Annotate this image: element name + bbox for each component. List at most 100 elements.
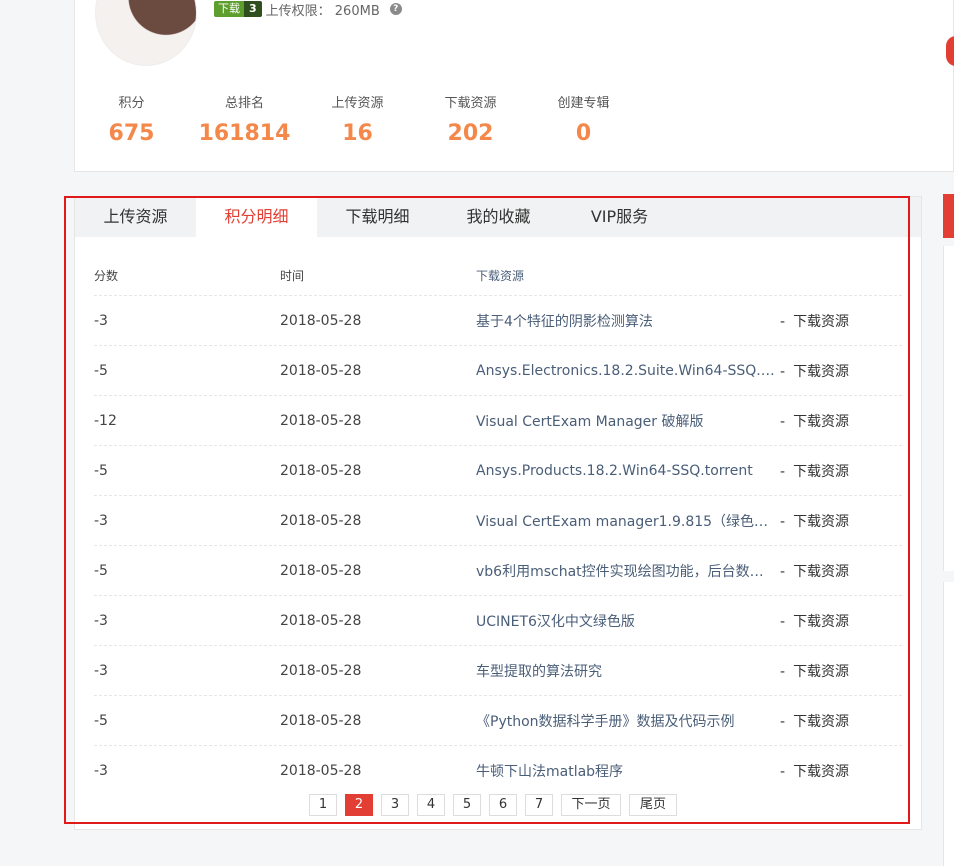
page-button[interactable]: 5 <box>453 794 481 816</box>
tab-upload-resources[interactable]: 上传资源 <box>75 197 196 237</box>
date-cell: 2018-05-28 <box>280 662 362 679</box>
resource-link[interactable]: Visual CertExam manager1.9.815（绿色版） <box>476 511 780 531</box>
right-column-header-bar <box>943 194 954 238</box>
resource-link[interactable]: 《Python数据科学手册》数据及代码示例 <box>476 711 780 731</box>
score-cell: -3 <box>94 512 108 529</box>
table-row: -5 2018-05-28 Ansys.Electronics.18.2.Suite… <box>94 346 902 396</box>
page-button[interactable]: 1 <box>309 794 337 816</box>
download-resource-link[interactable]: 下载资源 <box>793 514 849 530</box>
question-circle-icon[interactable]: ? <box>389 3 402 15</box>
resource-link[interactable]: 基于4个特征的阴影检测算法 <box>476 311 780 331</box>
resource-link[interactable]: 牛顿下山法matlab程序 <box>476 761 780 781</box>
stat-albums[interactable]: 创建专辑 0 <box>527 92 640 146</box>
column-header-resource: 下载资源 <box>476 268 525 283</box>
page-button[interactable]: 7 <box>525 794 553 816</box>
score-cell: -3 <box>94 312 108 329</box>
score-cell: -12 <box>94 412 117 429</box>
action-cell: - 下载资源 <box>780 511 898 531</box>
download-resource-link[interactable]: 下载资源 <box>793 464 849 480</box>
stat-value: 202 <box>447 121 494 146</box>
download-resource-link[interactable]: 下载资源 <box>793 564 849 580</box>
stat-value: 675 <box>108 121 155 146</box>
separator-dash: - <box>780 313 786 330</box>
tab-points-detail[interactable]: 积分明细 <box>196 197 317 237</box>
badge-level: 3 <box>244 1 262 17</box>
separator-dash: - <box>780 513 786 530</box>
stat-value: 0 <box>575 121 592 146</box>
resource-link[interactable]: vb6利用mschat控件实现绘图功能，后台数据... <box>476 561 780 581</box>
action-cell: - 下载资源 <box>780 561 898 581</box>
page-button[interactable]: 6 <box>489 794 517 816</box>
level-row: 下载 3 上传权限： 260MB ? <box>214 0 402 19</box>
pagination: 1 2 3 4 5 6 7 下一页 尾页 <box>309 794 677 816</box>
score-cell: -3 <box>94 662 108 679</box>
tab-my-favorites[interactable]: 我的收藏 <box>438 197 559 237</box>
resource-link[interactable]: Ansys.Products.18.2.Win64-SSQ.torrent <box>476 463 780 479</box>
separator-dash: - <box>780 613 786 630</box>
score-cell: -5 <box>94 712 108 729</box>
download-resource-link[interactable]: 下载资源 <box>793 364 849 380</box>
points-detail-panel: 上传资源 积分明细 下载明细 我的收藏 VIP服务 分数 时间 下载资源 -3 2… <box>74 196 922 830</box>
resource-link[interactable]: Ansys.Electronics.18.2.Suite.Win64-SSQ.t… <box>476 363 780 379</box>
date-cell: 2018-05-28 <box>280 562 362 579</box>
next-page-button[interactable]: 下一页 <box>561 794 621 816</box>
tab-download-detail[interactable]: 下载明细 <box>317 197 438 237</box>
resource-link[interactable]: Visual CertExam Manager 破解版 <box>476 411 780 431</box>
page-button[interactable]: 3 <box>381 794 409 816</box>
action-cell: - 下载资源 <box>780 611 898 631</box>
date-cell: 2018-05-28 <box>280 712 362 729</box>
side-notification-dot[interactable] <box>946 36 954 66</box>
download-resource-link[interactable]: 下载资源 <box>793 664 849 680</box>
stat-downloads[interactable]: 下载资源 202 <box>414 92 527 146</box>
stat-points: 积分 675 <box>75 92 188 146</box>
action-cell: - 下载资源 <box>780 411 898 431</box>
action-cell: - 下载资源 <box>780 711 898 731</box>
stat-label: 下载资源 <box>444 96 497 111</box>
download-resource-link[interactable]: 下载资源 <box>793 714 849 730</box>
table-row: -3 2018-05-28 UCINET6汉化中文绿色版 - 下载资源 <box>94 596 902 646</box>
tab-bar: 上传资源 积分明细 下载明细 我的收藏 VIP服务 <box>75 197 921 237</box>
date-cell: 2018-05-28 <box>280 762 362 779</box>
separator-dash: - <box>780 363 786 380</box>
date-cell: 2018-05-28 <box>280 412 362 429</box>
avatar[interactable] <box>95 0 197 66</box>
stat-rank: 总排名 161814 <box>188 92 301 146</box>
stat-label: 上传资源 <box>331 96 384 111</box>
date-cell: 2018-05-28 <box>280 312 362 329</box>
stat-label: 创建专辑 <box>557 96 610 111</box>
stat-uploads[interactable]: 上传资源 16 <box>301 92 414 146</box>
score-cell: -5 <box>94 562 108 579</box>
separator-dash: - <box>780 463 786 480</box>
column-header-score: 分数 <box>94 268 119 283</box>
column-header-time: 时间 <box>280 268 305 283</box>
separator-dash: - <box>780 413 786 430</box>
last-page-button[interactable]: 尾页 <box>629 794 677 816</box>
page-button[interactable]: 4 <box>417 794 445 816</box>
resource-link[interactable]: UCINET6汉化中文绿色版 <box>476 611 780 631</box>
resource-link[interactable]: 车型提取的算法研究 <box>476 661 780 681</box>
points-table: 分数 时间 下载资源 -3 2018-05-28 基于4个特征的阴影检测算法 - 下载资… <box>94 255 902 795</box>
download-resource-link[interactable]: 下载资源 <box>793 314 849 330</box>
profile-card: 下载 3 上传权限： 260MB ? 积分 675 总排名 161814 上传资… <box>74 0 954 172</box>
download-resource-link[interactable]: 下载资源 <box>793 764 849 780</box>
score-cell: -5 <box>94 362 108 379</box>
action-cell: - 下载资源 <box>780 661 898 681</box>
table-row: -5 2018-05-28 Ansys.Products.18.2.Win64-SS… <box>94 446 902 496</box>
table-row: -5 2018-05-28 《Python数据科学手册》数据及代码示例 - 下载资源 <box>94 696 902 746</box>
download-level-badge: 下载 3 <box>214 1 262 17</box>
page-button-current[interactable]: 2 <box>345 794 373 816</box>
table-row: -3 2018-05-28 车型提取的算法研究 - 下载资源 <box>94 646 902 696</box>
table-row: -3 2018-05-28 Visual CertExam manager1.9.8… <box>94 496 902 546</box>
stat-label: 总排名 <box>224 96 264 111</box>
score-cell: -3 <box>94 762 108 779</box>
download-resource-link[interactable]: 下载资源 <box>793 414 849 430</box>
date-cell: 2018-05-28 <box>280 512 362 529</box>
stat-label: 积分 <box>118 96 145 111</box>
action-cell: - 下载资源 <box>780 361 898 381</box>
action-cell: - 下载资源 <box>780 461 898 481</box>
action-cell: - 下载资源 <box>780 311 898 331</box>
separator-dash: - <box>780 563 786 580</box>
download-resource-link[interactable]: 下载资源 <box>793 614 849 630</box>
tab-vip-service[interactable]: VIP服务 <box>559 197 680 237</box>
badge-label: 下载 <box>214 1 244 17</box>
